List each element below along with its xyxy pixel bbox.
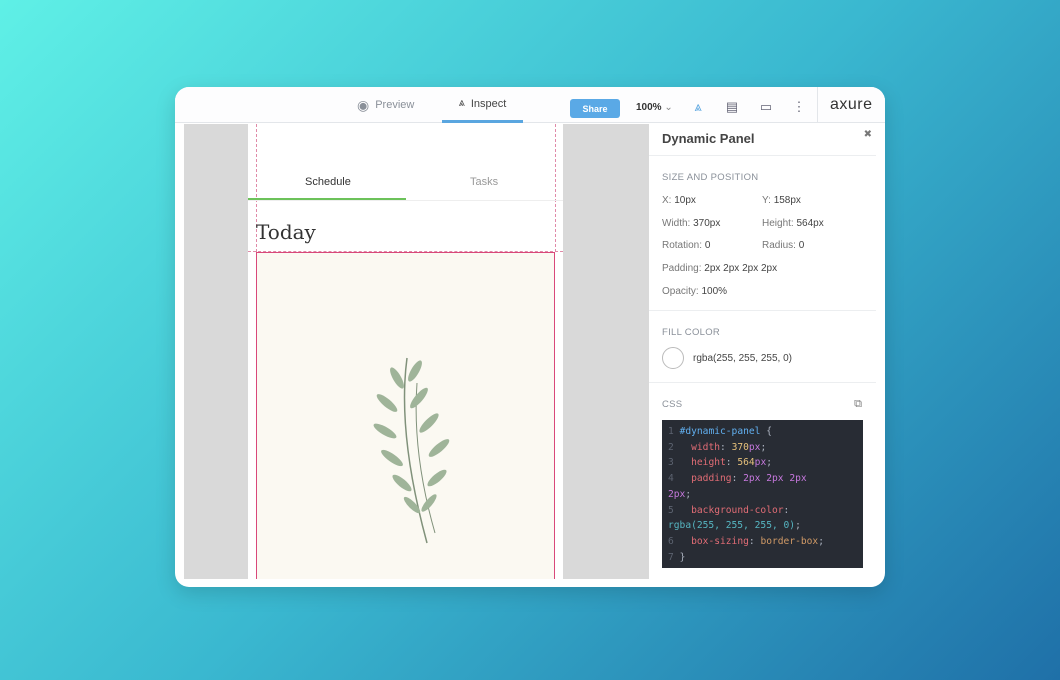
comment-icon[interactable]: ▭ bbox=[758, 99, 774, 115]
prop-key: Width: bbox=[662, 218, 691, 229]
fill-color-swatch[interactable] bbox=[662, 347, 684, 369]
phone-screen: Schedule Tasks Today bbox=[248, 124, 563, 579]
prop-value: 0 bbox=[704, 240, 711, 251]
css-height: 564 bbox=[737, 457, 755, 469]
prop-key: Radius: bbox=[762, 240, 796, 251]
prop-value: 2px 2px 2px 2px bbox=[704, 263, 778, 274]
css-padding: 2px 2px 2px bbox=[743, 473, 807, 485]
prop-opacity: Opacity: 100% bbox=[662, 286, 727, 297]
leaf-illustration bbox=[373, 357, 450, 544]
toolbar: ◉ Preview ⩓ Inspect Share 100% ⌄ ⩓ ▤ ▭ ⋮ a… bbox=[175, 87, 885, 123]
prop-width: Width: 370px bbox=[662, 218, 720, 229]
copy-icon[interactable]: ⧉ bbox=[854, 398, 862, 411]
prop-radius: Radius: 0 bbox=[762, 240, 804, 251]
axure-logo: axure bbox=[817, 87, 873, 123]
css-box-sizing: border-box bbox=[760, 535, 819, 547]
more-icon[interactable]: ⋮ bbox=[791, 99, 807, 115]
close-icon[interactable]: ✖ bbox=[864, 129, 872, 140]
prop-height: Height: 564px bbox=[762, 218, 824, 229]
prop-rotation: Rotation: 0 bbox=[662, 240, 710, 251]
today-heading: Today bbox=[256, 220, 316, 244]
chevron-down-icon: ⌄ bbox=[664, 102, 673, 113]
prop-x: X: 10px bbox=[662, 195, 696, 206]
panel-title: Dynamic Panel bbox=[662, 131, 755, 146]
tab-inspect-label: Inspect bbox=[470, 97, 507, 110]
css-selector: #dynamic-panel bbox=[679, 426, 761, 437]
divider bbox=[649, 155, 876, 156]
prop-key: X: bbox=[662, 195, 672, 206]
divider bbox=[248, 200, 563, 201]
prop-value: 0 bbox=[798, 240, 805, 251]
css-width: 370 bbox=[731, 441, 749, 453]
prop-value: 564px bbox=[796, 218, 824, 229]
css-padding-cont: 2px bbox=[668, 488, 686, 500]
inspect-panel: Dynamic Panel ✖ SIZE AND POSITION X: 10p… bbox=[649, 124, 876, 587]
css-bg: rgba(255, 255, 255, 0) bbox=[668, 520, 796, 532]
guide-line bbox=[555, 124, 556, 252]
prop-value: 158px bbox=[773, 195, 801, 206]
fill-section-label: FILL COLOR bbox=[662, 327, 721, 338]
prop-value: 370px bbox=[693, 218, 721, 229]
size-section-label: SIZE AND POSITION bbox=[662, 172, 759, 183]
tab-preview[interactable]: ◉ Preview bbox=[357, 87, 414, 123]
zoom-select[interactable]: 100% ⌄ bbox=[636, 102, 673, 113]
tab-schedule[interactable]: Schedule bbox=[305, 176, 351, 188]
notes-icon[interactable]: ▤ bbox=[724, 99, 740, 115]
css-code-block: 1 #dynamic-panel { 2 width: 370px; 3 hei… bbox=[662, 420, 863, 568]
prop-key: Y: bbox=[762, 195, 771, 206]
dynamic-panel[interactable] bbox=[256, 252, 555, 579]
prototype-canvas: Schedule Tasks Today bbox=[184, 124, 649, 579]
inspect-mode-icon[interactable]: ⩓ bbox=[690, 99, 706, 115]
prop-padding: Padding: 2px 2px 2px 2px bbox=[662, 263, 777, 274]
share-button[interactable]: Share bbox=[570, 99, 620, 118]
inspect-icon: ⩓ bbox=[458, 97, 465, 109]
fill-color-value: rgba(255, 255, 255, 0) bbox=[693, 353, 792, 364]
css-section-label: CSS bbox=[662, 399, 683, 410]
eye-icon: ◉ bbox=[357, 96, 370, 113]
prop-key: Padding: bbox=[662, 263, 702, 274]
tab-tasks[interactable]: Tasks bbox=[470, 176, 498, 188]
divider bbox=[649, 382, 876, 383]
divider bbox=[649, 310, 876, 311]
prop-value: 10px bbox=[674, 195, 696, 206]
tab-inspect[interactable]: ⩓ Inspect bbox=[442, 87, 523, 123]
axure-inspect-window: ◉ Preview ⩓ Inspect Share 100% ⌄ ⩓ ▤ ▭ ⋮ a… bbox=[175, 87, 885, 587]
prop-value: 100% bbox=[701, 286, 728, 297]
prop-y: Y: 158px bbox=[762, 195, 801, 206]
prop-key: Height: bbox=[762, 218, 794, 229]
prop-key: Rotation: bbox=[662, 240, 703, 251]
tab-preview-label: Preview bbox=[375, 99, 415, 111]
zoom-value: 100% bbox=[636, 102, 662, 113]
prop-key: Opacity: bbox=[662, 286, 699, 297]
